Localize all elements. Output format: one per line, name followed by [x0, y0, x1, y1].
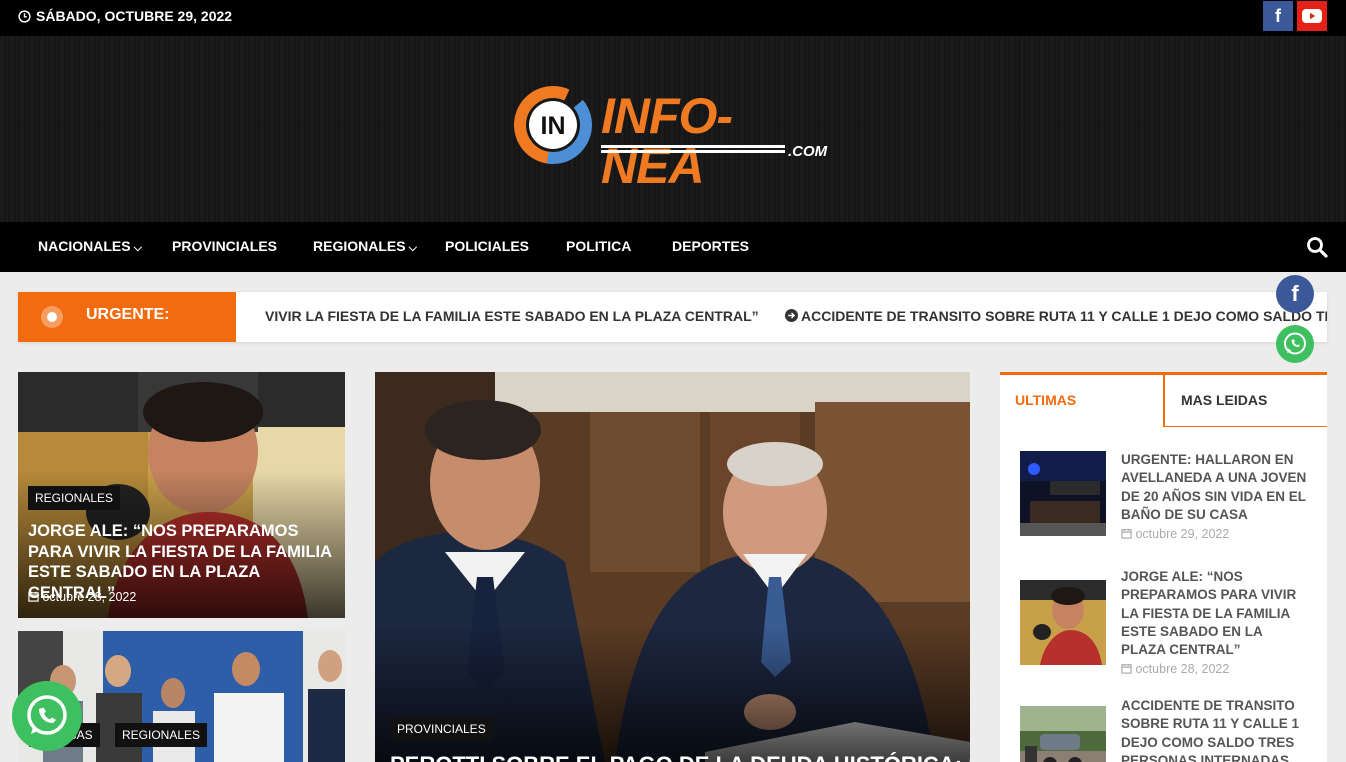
facebook-icon[interactable]: f: [1263, 1, 1293, 31]
site-logo[interactable]: IN INFO-NEA .COM: [513, 85, 833, 191]
card-date: octubre 28, 2022: [28, 590, 136, 604]
svg-text:IN: IN: [541, 112, 566, 140]
list-item-title[interactable]: URGENTE: HALLARON EN AVELLANEDA A UNA JO…: [1121, 451, 1310, 524]
clock-icon: [18, 9, 31, 23]
whatsapp-chat-button[interactable]: [12, 681, 82, 751]
search-icon[interactable]: [1306, 236, 1328, 258]
calendar-icon: [1121, 528, 1132, 539]
breaking-news-ticker: URGENTE: VIVIR LA FIESTA DE LA FAMILIA E…: [18, 292, 1327, 342]
list-item-date: octubre 28, 2022: [1121, 662, 1229, 676]
card-shade: [375, 625, 970, 762]
list-item[interactable]: JORGE ALE: “NOS PREPARAMOS PARA VIVIR LA…: [1020, 568, 1310, 676]
news-card-jorge-ale[interactable]: REGIONALES JORGE ALE: “NOS PREPARAMOS PA…: [18, 372, 345, 618]
list-item-thumbnail[interactable]: [1020, 580, 1106, 665]
category-badge[interactable]: REGIONALES: [115, 723, 208, 747]
calendar-icon: [28, 591, 39, 602]
list-item[interactable]: URGENTE: HALLARON EN AVELLANEDA A UNA JO…: [1020, 451, 1310, 546]
calendar-icon: [1121, 663, 1132, 674]
ticker-item[interactable]: VIVIR LA FIESTA DE LA FAMILIA ESTE SABAD…: [265, 308, 759, 324]
date-text: SÁBADO, OCTUBRE 29, 2022: [36, 8, 233, 24]
top-bar: SÁBADO, OCTUBRE 29, 2022 f: [0, 0, 1346, 36]
tab-ultimas[interactable]: ULTIMAS: [1000, 375, 1164, 427]
youtube-icon[interactable]: [1297, 1, 1327, 31]
list-item-date: octubre 29, 2022: [1121, 527, 1229, 541]
logo-mark: IN: [514, 86, 592, 164]
current-date: SÁBADO, OCTUBRE 29, 2022: [18, 8, 232, 24]
chevron-down-icon: ⌵: [408, 242, 417, 254]
nav-item-politica[interactable]: POLITICA: [566, 222, 631, 272]
list-item[interactable]: ACCIDENTE DE TRANSITO SOBRE RUTA 11 Y CA…: [1020, 697, 1310, 762]
latest-news-sidebar: ULTIMAS MAS LEIDAS URGENTE: HALLARON EN …: [1000, 372, 1327, 762]
arrow-circle-right-icon: [785, 309, 798, 322]
category-badge[interactable]: REGIONALES: [28, 486, 121, 510]
floating-facebook-icon[interactable]: f: [1276, 275, 1314, 313]
logo-suffix: .COM: [788, 143, 828, 160]
category-badge[interactable]: PROVINCIALES: [390, 717, 493, 741]
floating-whatsapp-icon[interactable]: [1276, 325, 1314, 363]
ticker-label: URGENTE:: [86, 306, 170, 323]
list-item-thumbnail[interactable]: [1020, 706, 1106, 762]
list-item-title[interactable]: ACCIDENTE DE TRANSITO SOBRE RUTA 11 Y CA…: [1121, 697, 1310, 762]
ticker-item[interactable]: ACCIDENTE DE TRANSITO SOBRE RUTA 11 Y CA…: [785, 308, 1327, 324]
tab-mas-leidas[interactable]: MAS LEIDAS: [1164, 375, 1327, 427]
main-nav: NACIONALES ⌵ PROVINCIALES REGIONALES ⌵ POL…: [0, 222, 1346, 272]
nav-item-deportes[interactable]: DEPORTES: [672, 222, 749, 272]
logo-name: INFO-NEA: [601, 88, 733, 194]
nav-item-provinciales[interactable]: PROVINCIALES: [172, 222, 277, 272]
featured-title[interactable]: PEROTTI SOBRE EL PAGO DE LA DEUDA HISTÓR…: [390, 752, 970, 762]
featured-news-card[interactable]: PROVINCIALES PEROTTI SOBRE EL PAGO DE LA…: [375, 372, 970, 762]
list-item-thumbnail[interactable]: [1020, 451, 1106, 536]
chevron-down-icon: ⌵: [133, 242, 142, 254]
nav-item-regionales[interactable]: REGIONALES ⌵: [313, 222, 417, 272]
nav-item-policiales[interactable]: POLICIALES: [445, 222, 529, 272]
list-item-title[interactable]: JORGE ALE: “NOS PREPARAMOS PARA VIVIR LA…: [1121, 568, 1310, 659]
pulse-icon: [41, 306, 63, 328]
nav-item-nacionales[interactable]: NACIONALES ⌵: [38, 222, 142, 272]
logo-underline: [601, 145, 785, 153]
ticker-label-box: URGENTE:: [18, 292, 236, 342]
